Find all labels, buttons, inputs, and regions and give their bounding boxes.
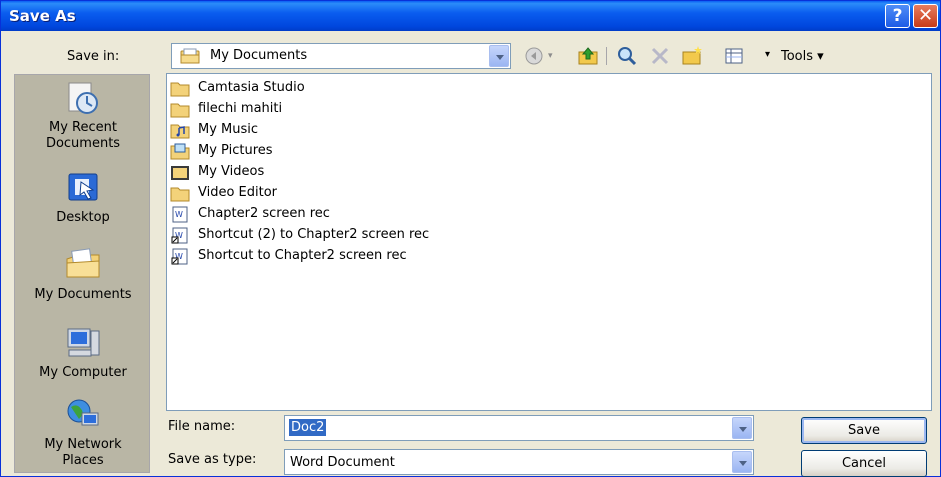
place-label: My Recent Documents <box>45 120 121 151</box>
network-places-icon <box>67 399 99 426</box>
window-title: Save As <box>9 7 76 25</box>
up-folder-icon[interactable] <box>577 45 599 67</box>
folder-icon <box>170 82 190 97</box>
my-computer-icon <box>67 328 100 357</box>
recent-documents-icon <box>68 82 98 114</box>
shortcut-icon: W <box>171 248 188 265</box>
place-label: My Network Places <box>44 437 122 468</box>
file-name: My Videos <box>198 164 265 179</box>
save-as-type-label: Save as type: <box>168 452 257 467</box>
place-label: Desktop <box>56 210 110 225</box>
file-name: Shortcut (2) to Chapter2 screen rec <box>198 227 430 242</box>
title-bar[interactable]: Save As ? ✕ <box>1 1 940 31</box>
file-name-value[interactable]: Doc2 <box>289 419 327 436</box>
folder-icon <box>170 103 190 118</box>
file-name: Camtasia Studio <box>198 80 305 95</box>
file-list[interactable]: Camtasia Studio filechi mahiti My Music … <box>166 73 932 411</box>
music-folder-icon <box>170 124 190 139</box>
file-name: My Pictures <box>198 143 273 158</box>
delete-icon[interactable] <box>649 45 671 67</box>
back-icon[interactable] <box>523 45 545 67</box>
desktop-icon <box>68 173 98 201</box>
save-as-type-value: Word Document <box>290 455 395 470</box>
file-name: Shortcut to Chapter2 screen rec <box>198 248 407 263</box>
file-name-label: File name: <box>168 419 236 434</box>
shortcut-icon: W <box>171 227 188 244</box>
my-documents-folder-icon <box>180 48 200 64</box>
place-label: My Documents <box>34 287 132 302</box>
file-name: Chapter2 screen rec <box>198 206 330 221</box>
views-icon[interactable] <box>723 45 745 67</box>
word-document-icon: W <box>172 206 188 223</box>
toolbar-divider <box>606 47 607 65</box>
my-documents-icon <box>66 248 100 278</box>
back-dropdown-icon[interactable]: ▾ <box>548 51 553 61</box>
folder-icon <box>170 187 190 202</box>
save-in-dropdown[interactable]: My Documents <box>171 43 511 69</box>
search-web-icon[interactable] <box>616 45 638 67</box>
save-as-dialog: Save As ? ✕ Save in: My Documents ▾ ▾ To… <box>0 0 941 477</box>
save-as-type-dropdown[interactable]: Word Document <box>284 449 754 475</box>
file-name: My Music <box>198 122 259 137</box>
place-label: My Computer <box>39 365 127 380</box>
new-folder-icon[interactable] <box>681 45 703 67</box>
chevron-down-icon[interactable] <box>732 417 752 439</box>
save-button[interactable]: Save <box>801 417 927 444</box>
pictures-folder-icon <box>170 143 190 160</box>
tools-menu[interactable]: Tools ▾ <box>781 49 824 64</box>
close-button[interactable]: ✕ <box>913 4 938 28</box>
file-name: filechi mahiti <box>198 101 283 116</box>
views-dropdown-icon[interactable]: ▾ <box>765 49 770 60</box>
svg-text:W: W <box>175 210 183 219</box>
file-name: Video Editor <box>198 185 278 200</box>
save-in-value: My Documents <box>210 48 308 63</box>
videos-folder-icon <box>171 166 189 180</box>
save-in-label: Save in: <box>67 49 120 64</box>
help-button[interactable]: ? <box>885 4 910 28</box>
chevron-down-icon[interactable] <box>489 45 509 67</box>
places-bar: My Recent Documents Desktop My Documents <box>14 74 150 473</box>
file-name-field[interactable]: Doc2 <box>284 415 754 441</box>
chevron-down-icon[interactable] <box>732 451 752 473</box>
cancel-button[interactable]: Cancel <box>801 450 927 477</box>
